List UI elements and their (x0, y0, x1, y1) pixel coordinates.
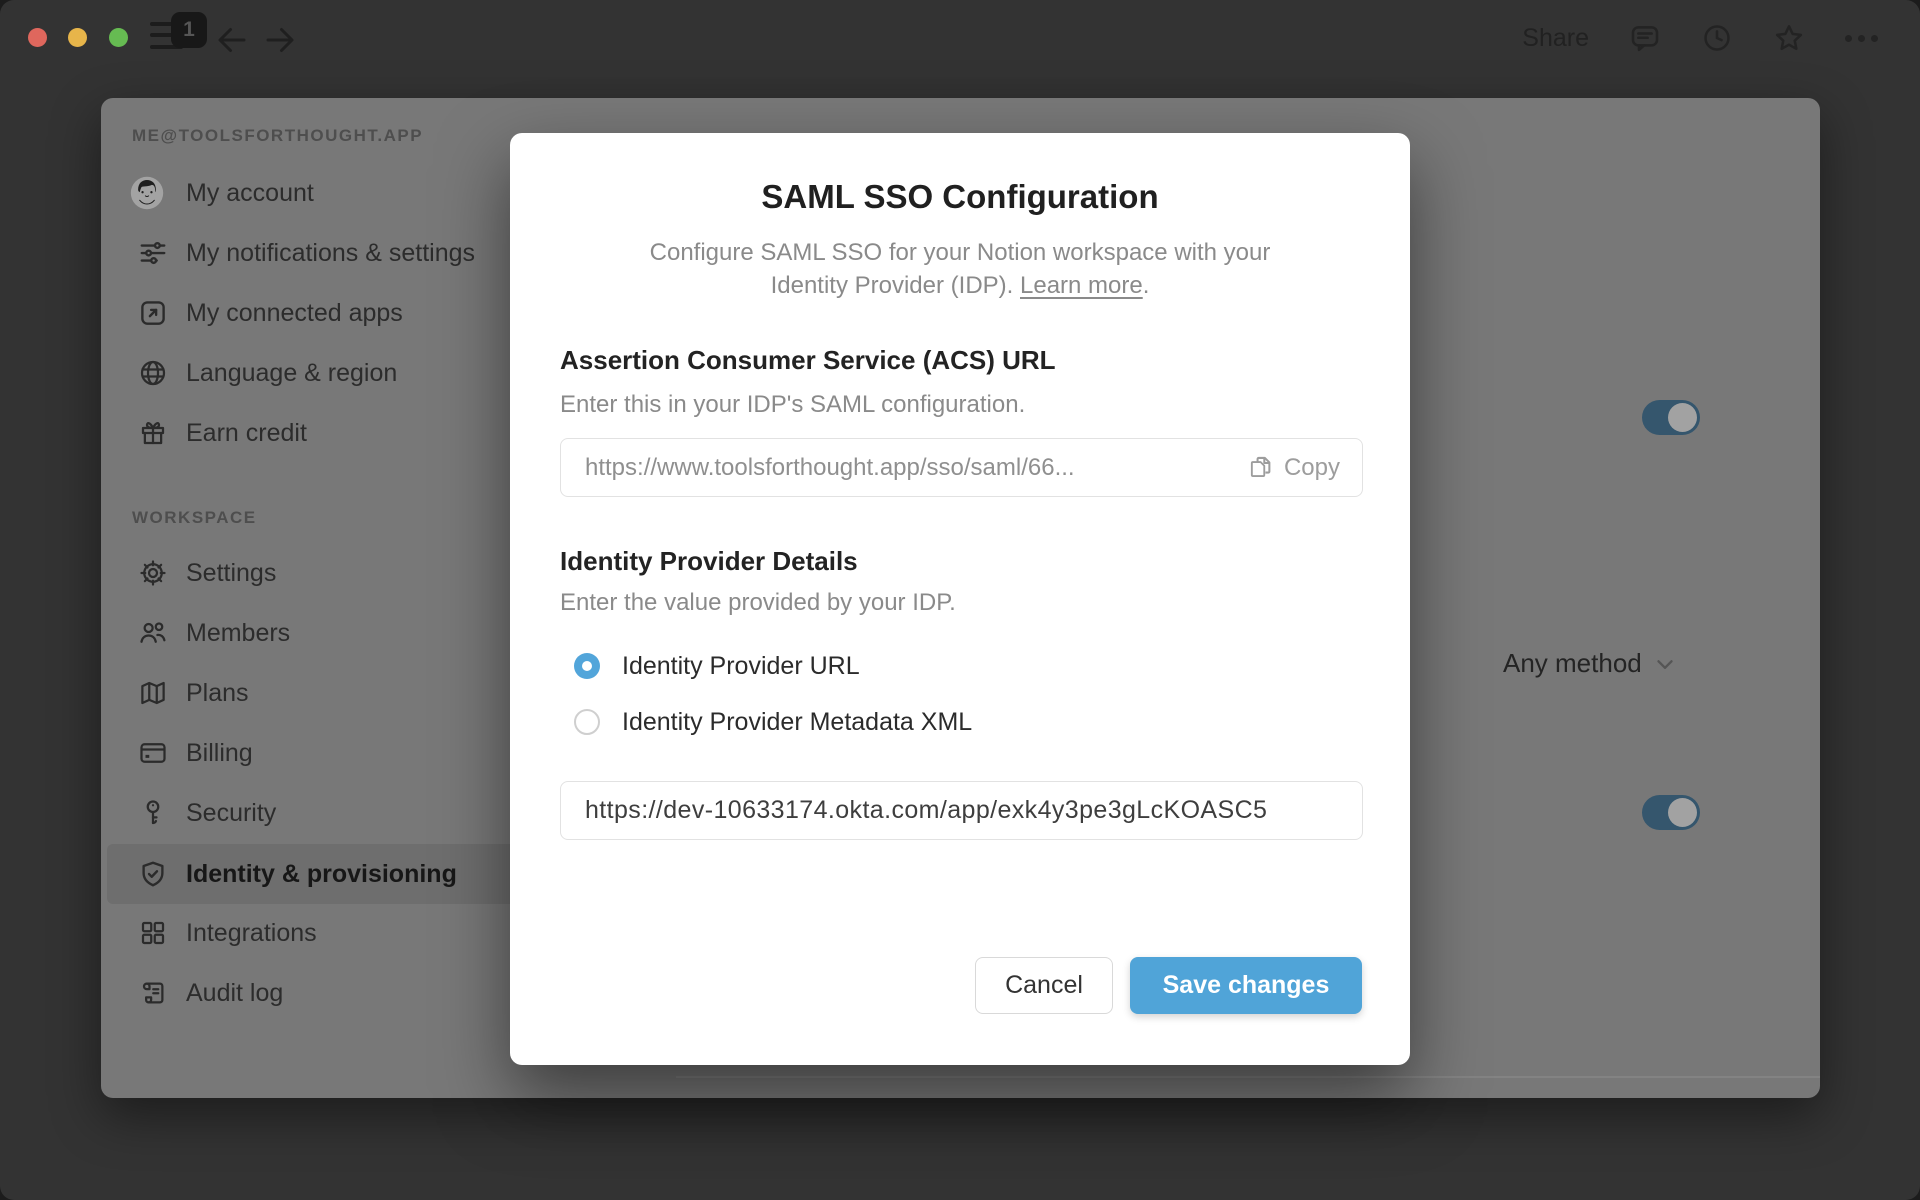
workspace-header: WORKSPACE (132, 508, 257, 527)
sidebar-item-label: Billing (186, 738, 253, 767)
content-divider (676, 1076, 1820, 1078)
idp-url-field (560, 781, 1363, 840)
save-changes-button[interactable]: Save changes (1130, 957, 1362, 1014)
sidebar-item-security[interactable]: Security (101, 783, 521, 843)
sidebar-toggle-icon[interactable]: 1 (150, 12, 210, 58)
sidebar-item-label: My connected apps (186, 298, 403, 327)
sidebar-item-my-account[interactable]: My account (101, 163, 521, 223)
radio-option-label: Identity Provider URL (622, 651, 860, 680)
toggle-knob (1668, 798, 1697, 827)
minimize-window-button[interactable] (68, 28, 87, 47)
update-count-badge: 1 (171, 12, 207, 48)
sidebar-item-connected-apps[interactable]: My connected apps (101, 283, 521, 343)
sidebar-item-label: Integrations (186, 918, 317, 947)
idp-url-input[interactable] (561, 782, 1362, 839)
sidebar-item-label: Security (186, 798, 277, 827)
copy-button[interactable]: Copy (1248, 454, 1362, 482)
forward-arrow-icon[interactable] (262, 22, 298, 54)
sidebar-item-members[interactable]: Members (101, 603, 521, 663)
dialog-description-period: . (1142, 272, 1150, 299)
acs-url-hint: Enter this in your IDP's SAML configurat… (560, 391, 1026, 418)
sidebar-item-label: Settings (186, 558, 277, 587)
sidebar-item-label: Identity & provisioning (186, 859, 457, 888)
sidebar-item-identity-provisioning[interactable]: Identity & provisioning (107, 844, 521, 904)
sidebar-item-label: Earn credit (186, 418, 307, 447)
sidebar-item-billing[interactable]: Billing (101, 723, 521, 783)
globe-icon (136, 356, 170, 390)
sidebar-item-audit-log[interactable]: Audit log (101, 963, 521, 1023)
scim-enabled-toggle[interactable] (1642, 795, 1700, 830)
toggle-knob (1668, 403, 1697, 432)
copy-icon (1250, 456, 1271, 478)
credit-card-icon (136, 736, 170, 770)
account-email-header: ME@TOOLSFORTHOUGHT.APP (132, 126, 424, 145)
cancel-button[interactable]: Cancel (975, 957, 1113, 1014)
radio-unselected-icon[interactable] (574, 709, 600, 735)
user-avatar (130, 176, 164, 210)
key-icon (136, 796, 170, 830)
acs-url-input[interactable] (561, 439, 1248, 496)
radio-option-label: Identity Provider Metadata XML (622, 707, 973, 736)
sidebar-item-label: Members (186, 618, 291, 647)
close-window-button[interactable] (28, 28, 47, 47)
sidebar-item-language-region[interactable]: Language & region (101, 343, 521, 403)
sidebar-item-notifications-settings[interactable]: My notifications & settings (101, 223, 521, 283)
copy-button-label: Copy (1283, 453, 1340, 481)
titlebar: 1 Share (0, 0, 1920, 76)
sidebar-item-plans[interactable]: Plans (101, 663, 521, 723)
back-arrow-icon[interactable] (214, 22, 250, 54)
sidebar-item-label: Audit log (186, 978, 284, 1007)
sidebar-item-integrations[interactable]: Integrations (101, 903, 521, 963)
saml-sso-configuration-dialog: SAML SSO Configuration Configure SAML SS… (510, 133, 1410, 1065)
radio-selected-icon[interactable] (574, 653, 600, 679)
favorite-star-icon[interactable] (1773, 22, 1805, 54)
notion-app-window: 1 Share ME@TOOLSFORTHOUGHT.APP My accoun… (0, 0, 1920, 1200)
map-icon (136, 676, 170, 710)
idp-details-heading: Identity Provider Details (560, 546, 858, 576)
people-icon (136, 616, 170, 650)
updates-clock-icon[interactable] (1701, 22, 1733, 54)
more-options-icon[interactable] (1845, 34, 1878, 42)
sidebar-item-label: Plans (186, 678, 249, 707)
arrow-up-right-square-icon (136, 296, 170, 330)
sso-enabled-toggle[interactable] (1642, 400, 1700, 435)
sidebar-item-settings[interactable]: Settings (101, 543, 521, 603)
grid-icon (136, 916, 170, 950)
dialog-description-line2-text: Identity Provider (IDP). (770, 272, 1020, 299)
gift-icon (136, 416, 170, 450)
zoom-window-button[interactable] (109, 28, 128, 47)
idp-details-hint: Enter the value provided by your IDP. (560, 589, 956, 616)
auth-method-dropdown[interactable]: Any method (1503, 648, 1678, 679)
acs-url-heading: Assertion Consumer Service (ACS) URL (560, 345, 1056, 375)
acs-url-field: Copy (560, 438, 1363, 497)
radio-option-idp-url[interactable]: Identity Provider URL (560, 650, 860, 682)
scroll-icon (136, 976, 170, 1010)
sidebar-item-label: My notifications & settings (186, 238, 476, 267)
sidebar-item-earn-credit[interactable]: Earn credit (101, 403, 521, 463)
dialog-description-line2: Identity Provider (IDP). Learn more. (510, 272, 1410, 300)
shield-check-icon (136, 857, 170, 891)
chevron-down-icon (1652, 651, 1678, 677)
sliders-icon (136, 236, 170, 270)
sidebar-item-label: Language & region (186, 358, 398, 387)
radio-option-idp-metadata-xml[interactable]: Identity Provider Metadata XML (560, 706, 972, 738)
auth-method-value: Any method (1503, 648, 1642, 678)
dialog-title: SAML SSO Configuration (761, 178, 1159, 215)
titlebar-actions: Share (1522, 0, 1878, 76)
dialog-description-line1: Configure SAML SSO for your Notion works… (649, 239, 1271, 266)
sidebar-item-label: My account (186, 178, 314, 207)
learn-more-link[interactable]: Learn more (1020, 272, 1143, 299)
share-button[interactable]: Share (1522, 24, 1589, 53)
gear-icon (136, 556, 170, 590)
comments-icon[interactable] (1629, 22, 1661, 54)
